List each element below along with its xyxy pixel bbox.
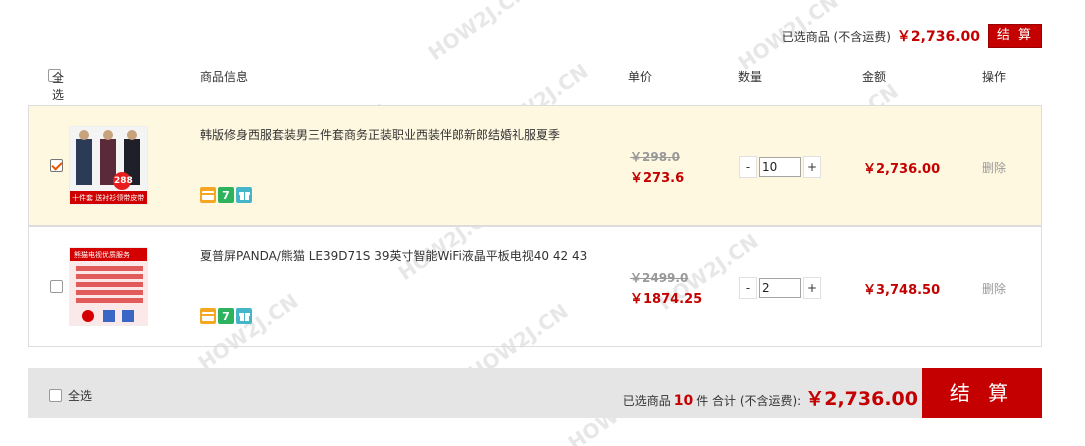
checkout-button[interactable]: 结 算 — [922, 368, 1042, 418]
gift-icon — [236, 187, 252, 203]
select-all-checkbox-footer[interactable] — [49, 389, 62, 402]
checkout-summary: 已选商品 10 件 合计 (不含运费): ￥2,736.00 — [623, 384, 918, 411]
thumb-banner: 熊猫电视优质服务 — [74, 251, 130, 259]
checkout-bar: 全选 已选商品 10 件 合计 (不含运费): ￥2,736.00 结 算 — [28, 368, 1042, 418]
header-quantity: 数量 — [738, 70, 763, 84]
qty-input[interactable] — [759, 157, 801, 177]
top-summary-amount: ￥2,736.00 — [896, 29, 980, 45]
service-badges: 7 — [200, 308, 252, 324]
select-all-footer-label: 全选 — [68, 389, 93, 403]
original-price: ￥2499.0 — [630, 271, 689, 285]
total-amount: ￥2,736.00 — [805, 388, 918, 410]
delete-link[interactable]: 删除 — [982, 159, 1006, 176]
item-checkbox[interactable] — [50, 159, 63, 172]
seven-day-return-icon: 7 — [218, 308, 234, 324]
product-thumbnail[interactable]: 熊猫电视优质服务 — [69, 247, 148, 326]
credit-card-icon — [200, 187, 216, 203]
quantity-stepper: - + — [739, 155, 821, 179]
cart-header: 全选 商品信息 单价 数量 金额 操作 — [48, 66, 1038, 102]
delete-link[interactable]: 删除 — [982, 280, 1006, 297]
selected-prefix: 已选商品 — [622, 394, 671, 408]
checkout-button-top[interactable]: 结 算 — [988, 24, 1042, 48]
original-price: ￥298.0 — [630, 150, 680, 164]
qty-increase-button[interactable]: + — [803, 277, 821, 299]
product-thumbnail[interactable]: 288 十件套 送衬衫领带皮带 — [69, 126, 148, 205]
top-summary: 已选商品 (不含运费) ￥2,736.00 结 算 — [782, 24, 1042, 48]
selected-count: 10 — [673, 393, 694, 409]
seven-day-return-icon: 7 — [218, 187, 234, 203]
promo-price: ￥1874.25 — [630, 292, 703, 307]
gift-icon — [236, 308, 252, 324]
thumb-price-tag: 288 — [114, 176, 133, 186]
product-title[interactable]: 夏普屏PANDA/熊猫 LE39D71S 39英寸智能WiFi液晶平板电视40 … — [200, 247, 600, 265]
quantity-stepper: - + — [739, 276, 821, 300]
header-unit-price: 单价 — [628, 70, 653, 84]
item-subtotal: ￥3,748.50 — [863, 283, 941, 298]
promo-price: ￥273.6 — [630, 171, 685, 186]
qty-decrease-button[interactable]: - — [739, 277, 757, 299]
qty-decrease-button[interactable]: - — [739, 156, 757, 178]
item-subtotal: ￥2,736.00 — [863, 162, 941, 177]
service-badges: 7 — [200, 187, 252, 203]
selected-suffix: 件 合计 (不含运费): — [696, 394, 802, 408]
item-checkbox[interactable] — [50, 280, 63, 293]
thumb-banner: 十件套 送衬衫领带皮带 — [72, 194, 145, 202]
watermark: HOW2J.CN — [423, 0, 533, 66]
header-product-info: 商品信息 — [200, 70, 249, 84]
top-summary-label: 已选商品 (不含运费) — [781, 29, 891, 44]
select-all-label: 全选 — [52, 71, 65, 102]
product-title[interactable]: 韩版修身西服套装男三件套商务正装职业西装伴郎新郎结婚礼服夏季 — [200, 126, 600, 144]
header-operation: 操作 — [982, 70, 1007, 84]
qty-increase-button[interactable]: + — [803, 156, 821, 178]
credit-card-icon — [200, 308, 216, 324]
cart-item: 熊猫电视优质服务 夏普屏PANDA/熊猫 LE39D71S 39英寸智能WiFi… — [28, 226, 1042, 347]
qty-input[interactable] — [759, 278, 801, 298]
header-amount: 金额 — [862, 70, 887, 84]
select-all-footer[interactable]: 全选 — [49, 387, 92, 404]
cart-item: 288 十件套 送衬衫领带皮带 韩版修身西服套装男三件套商务正装职业西装伴郎新郎… — [28, 105, 1042, 226]
